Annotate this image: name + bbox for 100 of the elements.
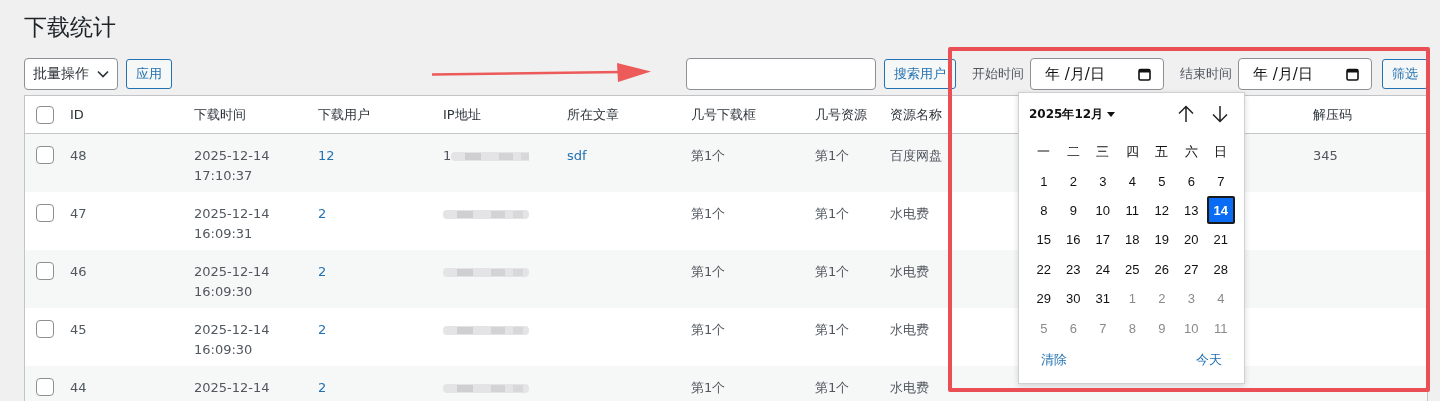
calendar-day[interactable]: 10 (1177, 314, 1206, 343)
table-cell-text: 第1个 (815, 263, 850, 281)
table-cell-text: 2025-12-14 16:09:31 (194, 205, 271, 243)
calendar-day[interactable]: 5 (1147, 167, 1176, 196)
weekday-label: 一 (1037, 142, 1051, 161)
table-cell-text: 2025-12-14 (194, 379, 271, 397)
calendar-day[interactable]: 29 (1029, 284, 1058, 313)
calendar-day[interactable]: 6 (1177, 167, 1206, 196)
table-cell-text: 百度网盘 (890, 147, 942, 165)
calendar-day[interactable]: 5 (1029, 314, 1058, 343)
calendar-icon (1346, 67, 1359, 81)
table-cell-text: 2025-12-14 17:10:37 (194, 147, 271, 185)
calendar-day[interactable]: 3 (1177, 284, 1206, 313)
calendar-day[interactable]: 18 (1118, 225, 1147, 254)
table-cell-text: 第1个 (691, 205, 726, 223)
table-cell-text: 水电费 (890, 379, 929, 397)
calendar-day[interactable]: 22 (1029, 255, 1058, 284)
down-arrow-icon[interactable] (1212, 105, 1228, 123)
calendar-day[interactable]: 11 (1118, 196, 1147, 225)
table-cell-text: 2025-12-14 16:09:30 (194, 321, 271, 359)
calendar-day[interactable]: 10 (1088, 196, 1117, 225)
calendar-day[interactable]: 25 (1118, 255, 1147, 284)
calendar-day[interactable]: 14 (1206, 196, 1235, 225)
weekday-label: 五 (1155, 142, 1169, 161)
calendar-day[interactable]: 4 (1118, 167, 1147, 196)
table-cell-text: 水电费 (890, 263, 929, 281)
calendar-day[interactable]: 2 (1059, 167, 1088, 196)
column-header: 几号资源 (815, 106, 867, 122)
calendar-day[interactable]: 20 (1177, 225, 1206, 254)
column-header: 解压码 (1313, 106, 1352, 122)
date-field[interactable]: 年 /月/日 (1238, 58, 1372, 90)
table-cell-text: 第1个 (691, 379, 726, 397)
table-link[interactable]: 2 (318, 264, 327, 279)
calendar-day[interactable]: 17 (1088, 225, 1117, 254)
calendar-day[interactable]: 26 (1147, 255, 1176, 284)
row-checkbox[interactable] (36, 320, 54, 338)
table-link[interactable]: 12 (318, 148, 335, 163)
page-title: 下载统计 (24, 13, 117, 42)
today-link[interactable]: 今天 (1196, 350, 1222, 369)
calendar-day[interactable]: 16 (1059, 225, 1088, 254)
table-link[interactable]: 2 (318, 322, 327, 337)
calendar-day[interactable]: 31 (1088, 284, 1117, 313)
search-field[interactable] (686, 58, 876, 90)
up-arrow-icon[interactable] (1178, 105, 1194, 123)
table-cell-text: 第1个 (691, 263, 726, 281)
table-cell-text: 第1个 (691, 147, 726, 165)
column-header: IP地址 (443, 106, 481, 122)
column-header: 资源名称 (890, 106, 942, 122)
month-dropdown[interactable]: 2025年12月 (1029, 105, 1116, 123)
search-button[interactable]: 搜索用户 (884, 59, 956, 89)
calendar-day[interactable]: 1 (1118, 284, 1147, 313)
row-checkbox[interactable] (36, 204, 54, 222)
calendar-day[interactable]: 19 (1147, 225, 1176, 254)
date-field[interactable]: 年 /月/日 (1030, 58, 1164, 90)
calendar-day[interactable]: 6 (1059, 314, 1088, 343)
weekday-label: 二 (1066, 142, 1080, 161)
weekday-label: 日 (1214, 142, 1228, 161)
table-cell-text: 1 (443, 147, 452, 165)
select-all-checkbox[interactable] (36, 105, 54, 124)
calendar-day[interactable]: 9 (1147, 314, 1176, 343)
calendar-day[interactable]: 4 (1206, 284, 1235, 313)
table-cell-text: 44 (70, 379, 87, 397)
calendar-day[interactable]: 21 (1206, 225, 1235, 254)
calendar-icon (1138, 67, 1151, 81)
calendar-day[interactable]: 12 (1147, 196, 1176, 225)
calendar-day[interactable]: 1 (1029, 167, 1058, 196)
calendar-day[interactable]: 13 (1177, 196, 1206, 225)
calendar-day[interactable]: 27 (1177, 255, 1206, 284)
calendar-day[interactable]: 28 (1206, 255, 1235, 284)
apply-button[interactable]: 应用 (126, 59, 172, 89)
table-link[interactable]: 2 (318, 380, 327, 395)
table-cell-text: 第1个 (815, 147, 850, 165)
calendar-day[interactable]: 24 (1088, 255, 1117, 284)
calendar-day[interactable]: 15 (1029, 225, 1058, 254)
table-cell-text: 水电费 (890, 321, 929, 339)
row-checkbox[interactable] (36, 262, 54, 280)
calendar-day[interactable]: 30 (1059, 284, 1088, 313)
table-cell-text: 第1个 (815, 321, 850, 339)
row-checkbox[interactable] (36, 146, 54, 164)
bulk-action-dropdown[interactable]: 批量操作 (24, 58, 118, 90)
calendar-day[interactable]: 8 (1029, 196, 1058, 225)
clear-link[interactable]: 清除 (1041, 350, 1067, 369)
caret-icon (97, 70, 109, 78)
calendar-day[interactable]: 3 (1088, 167, 1117, 196)
calendar-day[interactable]: 9 (1059, 196, 1088, 225)
calendar-day[interactable]: 8 (1118, 314, 1147, 343)
weekday-label: 四 (1125, 142, 1139, 161)
filter-button[interactable]: 筛选 (1382, 59, 1428, 89)
filter-label: 结束时间 (1180, 65, 1232, 83)
table-cell-text: 47 (70, 205, 87, 223)
table-cell-text: 48 (70, 147, 87, 165)
calendar-day[interactable]: 23 (1059, 255, 1088, 284)
row-checkbox[interactable] (36, 378, 54, 396)
column-header: ID (70, 107, 84, 122)
table-link[interactable]: 2 (318, 206, 327, 221)
calendar-day[interactable]: 7 (1206, 167, 1235, 196)
caret-icon (1107, 111, 1116, 117)
column-header: 几号下载框 (691, 106, 756, 122)
weekday-label: 六 (1184, 142, 1198, 161)
table-link[interactable]: sdf (567, 148, 587, 163)
